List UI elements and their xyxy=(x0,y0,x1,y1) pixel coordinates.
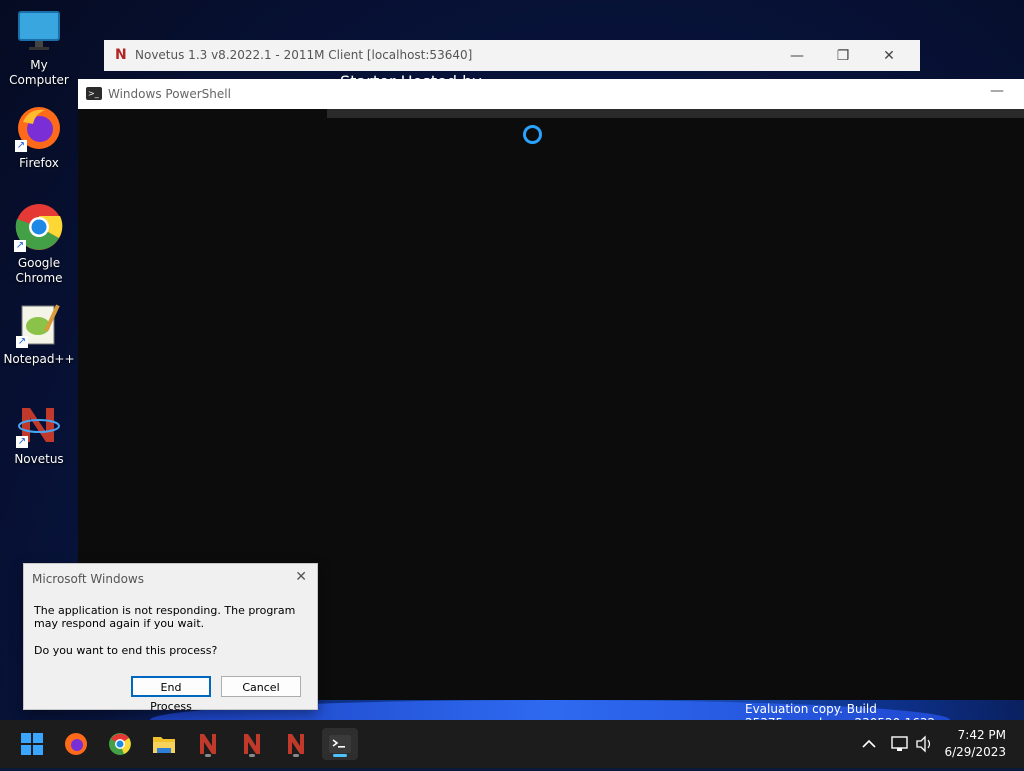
desktop-icon-chrome[interactable]: ↗ Google Chrome xyxy=(1,202,77,286)
novetus-window-titlebar[interactable]: N Novetus 1.3 v8.2022.1 - 2011M Client [… xyxy=(104,40,920,71)
shortcut-arrow-icon: ↗ xyxy=(16,436,28,448)
shortcut-arrow-icon: ↗ xyxy=(16,336,28,348)
network-tray[interactable] xyxy=(888,720,912,768)
running-indicator xyxy=(293,754,299,757)
running-indicator xyxy=(205,754,211,757)
close-button[interactable]: ✕ xyxy=(866,45,912,67)
cancel-button[interactable]: Cancel xyxy=(221,676,301,697)
clock[interactable]: 7:42 PM 6/29/2023 xyxy=(944,727,1006,761)
dialog-title: Microsoft Windows xyxy=(32,572,144,586)
novetus-icon: ↗ xyxy=(16,402,62,448)
monitor-icon xyxy=(17,10,61,54)
firefox-icon xyxy=(65,733,87,755)
desktop-icon-label: Novetus xyxy=(14,452,64,466)
powershell-titlebar[interactable]: >_ Windows PowerShell — xyxy=(78,79,1024,109)
terminal-icon: >_ xyxy=(86,87,102,100)
dialog-message: The application is not responding. The p… xyxy=(34,604,296,630)
loading-spinner-icon xyxy=(523,125,542,144)
taskbar: 7:42 PM 6/29/2023 xyxy=(0,720,1024,768)
start-button[interactable] xyxy=(14,728,50,760)
taskbar-file-explorer[interactable] xyxy=(146,728,182,760)
window-title: Novetus 1.3 v8.2022.1 - 2011M Client [lo… xyxy=(135,48,473,62)
chrome-icon: ↗ xyxy=(14,202,64,252)
running-indicator xyxy=(333,754,347,757)
desktop-icon-label: Google Chrome xyxy=(15,256,63,285)
restore-button[interactable]: ❐ xyxy=(820,45,866,67)
novetus-logo-icon: N xyxy=(115,47,127,63)
desktop-icon-novetus[interactable]: ↗ Novetus xyxy=(1,402,77,467)
notepadpp-icon: ↗ xyxy=(16,302,62,348)
taskbar-powershell[interactable] xyxy=(322,728,358,760)
chrome-icon xyxy=(109,733,131,755)
windows-logo-icon xyxy=(21,733,43,755)
desktop-icon-label: My Computer xyxy=(9,58,69,87)
novetus-overlay-text: Starter Hosted by xyxy=(340,72,482,79)
taskbar-novetus-2[interactable] xyxy=(234,728,270,760)
volume-tray[interactable] xyxy=(912,720,936,768)
desktop-icon-notepadpp[interactable]: ↗ Notepad++ xyxy=(1,302,77,367)
shortcut-arrow-icon: ↗ xyxy=(14,240,26,252)
shortcut-arrow-icon: ↗ xyxy=(15,140,27,152)
folder-icon xyxy=(153,737,175,753)
taskbar-firefox[interactable] xyxy=(58,728,94,760)
network-icon xyxy=(891,736,908,751)
taskbar-chrome[interactable] xyxy=(102,728,138,760)
minimize-button[interactable]: — xyxy=(990,83,1004,99)
show-hidden-icons[interactable] xyxy=(858,720,880,768)
clock-time: 7:42 PM xyxy=(957,728,1006,742)
end-process-button[interactable]: End Process xyxy=(131,676,211,713)
running-indicator xyxy=(249,754,255,757)
desktop-icon-my-computer[interactable]: My Computer xyxy=(1,10,77,88)
console-strip xyxy=(327,109,1024,118)
desktop-icon-firefox[interactable]: ↗ Firefox xyxy=(1,104,77,171)
not-responding-dialog: Microsoft Windows ✕ The application is n… xyxy=(23,563,318,713)
taskbar-novetus-3[interactable] xyxy=(278,728,314,760)
minimize-button[interactable]: — xyxy=(774,45,820,67)
dialog-question: Do you want to end this process? xyxy=(34,644,218,657)
clock-date: 6/29/2023 xyxy=(944,745,1006,759)
close-icon[interactable]: ✕ xyxy=(295,569,307,585)
firefox-icon: ↗ xyxy=(15,104,63,152)
taskbar-novetus-1[interactable] xyxy=(190,728,226,760)
chevron-up-icon xyxy=(862,739,876,748)
desktop-icon-label: Notepad++ xyxy=(3,352,75,366)
desktop-icon-label: Firefox xyxy=(19,156,59,170)
window-title: Windows PowerShell xyxy=(108,87,231,101)
speaker-icon xyxy=(916,735,931,753)
